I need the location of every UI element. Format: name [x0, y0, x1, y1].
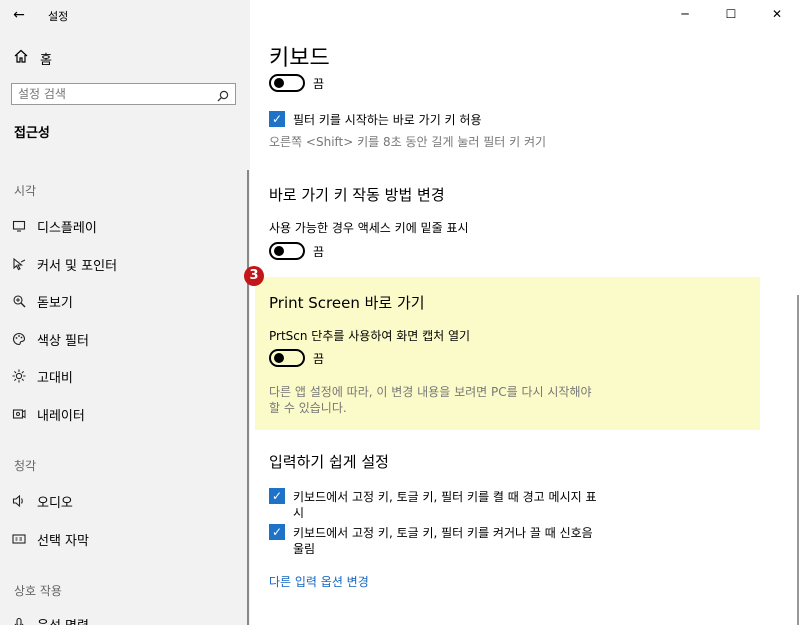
- search-icon[interactable]: [217, 87, 229, 102]
- nav-item-label: 고대비: [37, 370, 73, 386]
- back-button[interactable]: ←: [10, 6, 28, 24]
- nav-item-high-contrast[interactable]: 고대비: [11, 366, 73, 386]
- window-title: 설정: [48, 10, 69, 23]
- category-interaction: 상호 작용: [14, 584, 62, 598]
- underline-toggle[interactable]: [269, 242, 305, 260]
- nav-item-label: 오디오: [37, 495, 73, 511]
- more-input-options-link[interactable]: 다른 입력 옵션 변경: [269, 573, 369, 590]
- caption-icon: [11, 531, 27, 547]
- step-badge: 3: [244, 266, 264, 286]
- nav-item-label: 내레이터: [37, 408, 85, 424]
- nav-item-audio[interactable]: 오디오: [11, 491, 73, 511]
- filter-keys-toggle[interactable]: [269, 74, 305, 92]
- narrator-icon: [11, 406, 27, 422]
- nav-item-voice[interactable]: 음성 명령: [11, 614, 89, 625]
- maximize-button[interactable]: ☐: [708, 0, 754, 28]
- home-link[interactable]: 홈: [14, 48, 52, 68]
- palette-icon: [11, 331, 27, 347]
- category-hearing: 청각: [14, 459, 37, 473]
- printscreen-toggle-label: 끔: [313, 352, 325, 366]
- main-panel: ─ ☐ ✕ 키보드 끔 ✓ 필터 키를 시작하는 바로 가기 키 허용 오른쪽 …: [250, 0, 800, 625]
- warning-checkbox[interactable]: ✓: [269, 488, 285, 504]
- nav-item-narrator[interactable]: 내레이터: [11, 404, 85, 424]
- minimize-button[interactable]: ─: [662, 0, 708, 28]
- sound-label-line1: 키보드에서 고정 키, 토글 키, 필터 키를 켜거나 끌 때 신호음: [293, 526, 593, 540]
- nav-item-label: 선택 자막: [37, 533, 89, 549]
- underline-toggle-label: 끔: [313, 245, 325, 259]
- nav-item-label: 디스플레이: [37, 220, 97, 236]
- printscreen-label: PrtScn 단추를 사용하여 화면 캡처 열기: [269, 329, 471, 343]
- nav-item-label: 음성 명령: [37, 615, 89, 625]
- filter-shortcut-hint: 오른쪽 <Shift> 키를 8초 동안 길게 눌러 필터 키 켜기: [269, 135, 547, 149]
- nav-item-captions[interactable]: 선택 자막: [11, 529, 89, 549]
- nav-item-label: 커서 및 포인터: [37, 258, 118, 274]
- nav-item-display[interactable]: 디스플레이: [11, 216, 97, 236]
- contrast-icon: [11, 368, 27, 384]
- nav-item-magnifier[interactable]: 돋보기: [11, 291, 73, 311]
- home-icon: [14, 49, 30, 67]
- search-box[interactable]: [11, 83, 236, 105]
- speaker-icon: [11, 493, 27, 509]
- voice-icon: [11, 616, 27, 625]
- warning-label-line2: 시: [293, 506, 305, 520]
- filter-shortcut-checkbox[interactable]: ✓: [269, 111, 285, 127]
- underline-label: 사용 가능한 경우 액세스 키에 밑줄 표시: [269, 221, 469, 235]
- printscreen-note-line1: 다른 앱 설정에 따라, 이 변경 내용을 보려면 PC를 다시 시작해야: [269, 385, 592, 399]
- nav-item-color-filter[interactable]: 색상 필터: [11, 329, 89, 349]
- close-button[interactable]: ✕: [754, 0, 800, 28]
- sidebar-scrollbar[interactable]: [247, 170, 249, 625]
- monitor-icon: [11, 218, 27, 234]
- window-controls: ─ ☐ ✕: [662, 0, 800, 28]
- sidebar: ← 설정 홈 접근성 시각 디스플레이 커서 및 포인터 돋보기: [0, 0, 250, 625]
- category-vision: 시각: [14, 184, 37, 198]
- sound-checkbox[interactable]: ✓: [269, 524, 285, 540]
- filter-shortcut-label: 필터 키를 시작하는 바로 가기 키 허용: [293, 113, 482, 127]
- nav-item-label: 색상 필터: [37, 333, 89, 349]
- filter-keys-toggle-label: 끔: [313, 77, 325, 91]
- printscreen-toggle[interactable]: [269, 349, 305, 367]
- search-input[interactable]: [18, 86, 208, 102]
- typing-heading: 입력하기 쉽게 설정: [269, 453, 389, 471]
- home-label: 홈: [40, 52, 52, 68]
- warning-label-line1: 키보드에서 고정 키, 토글 키, 필터 키를 켤 때 경고 메시지 표: [293, 490, 597, 504]
- printscreen-note-line2: 할 수 있습니다.: [269, 401, 347, 415]
- title-bar: ← 설정: [0, 0, 250, 30]
- section-title: 접근성: [14, 126, 50, 141]
- cursor-icon: [11, 256, 27, 272]
- printscreen-heading: Print Screen 바로 가기: [269, 294, 425, 312]
- main-scrollbar[interactable]: [797, 295, 799, 625]
- page-title: 키보드: [269, 46, 330, 71]
- nav-item-cursor[interactable]: 커서 및 포인터: [11, 254, 117, 274]
- magnifier-icon: [11, 293, 27, 309]
- shortcut-heading: 바로 가기 키 작동 방법 변경: [269, 186, 445, 204]
- sound-label-line2: 울림: [293, 542, 316, 556]
- nav-item-label: 돋보기: [37, 295, 73, 311]
